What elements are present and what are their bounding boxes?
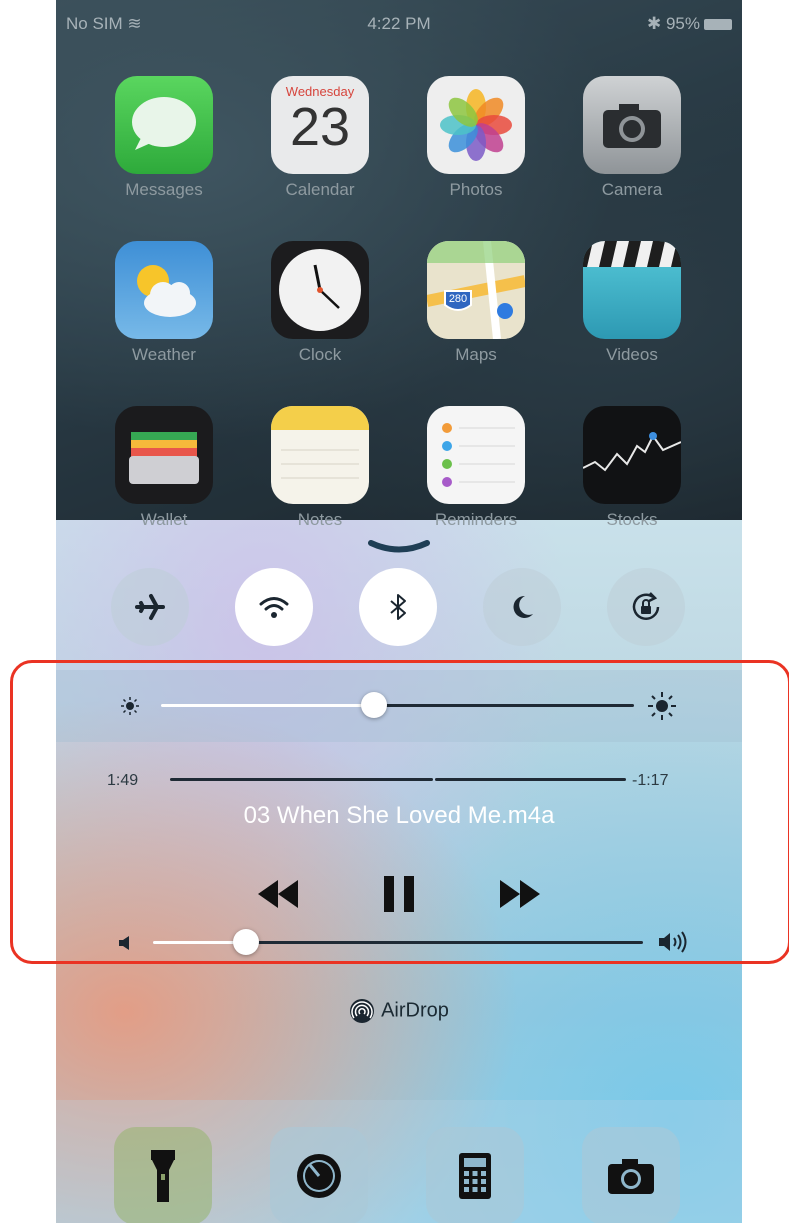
app-camera[interactable]: Camera bbox=[582, 76, 682, 200]
volume-slider-knob[interactable] bbox=[233, 929, 260, 955]
scrubber-remaining bbox=[435, 778, 626, 781]
volume-low-icon bbox=[119, 936, 129, 950]
calendar-date: 23 bbox=[289, 97, 351, 157]
do-not-disturb-toggle[interactable] bbox=[483, 568, 561, 646]
timer-icon bbox=[297, 1154, 341, 1198]
app-videos[interactable]: Videos bbox=[582, 241, 682, 365]
maps-icon: 280 bbox=[427, 241, 525, 339]
brightness-high-icon bbox=[648, 692, 676, 720]
control-center: 1:49 -1:17 03 When She Loved Me.m4a AirD… bbox=[56, 520, 742, 1223]
reminders-icon bbox=[427, 406, 525, 504]
weather-icon bbox=[115, 241, 213, 339]
phone-screen: No SIM ≋ 4:22 PM ✱ 95% Messages Wednesda… bbox=[56, 0, 742, 1223]
battery-text: 95% bbox=[665, 14, 700, 33]
app-label: Clock bbox=[298, 345, 342, 364]
fast-forward-button[interactable] bbox=[498, 878, 542, 910]
home-screen: No SIM ≋ 4:22 PM ✱ 95% Messages Wednesda… bbox=[56, 0, 742, 529]
dismiss-chevron-icon[interactable] bbox=[368, 540, 430, 554]
photos-icon bbox=[427, 76, 525, 174]
rotation-lock-icon bbox=[632, 592, 660, 620]
app-label: Wallet bbox=[140, 510, 188, 529]
volume-high-icon bbox=[659, 931, 687, 953]
song-title: 03 When She Loved Me.m4a bbox=[243, 802, 555, 829]
app-label: Messages bbox=[125, 180, 203, 199]
camera-icon bbox=[608, 1159, 654, 1194]
battery-icon bbox=[704, 19, 732, 31]
app-messages[interactable]: Messages bbox=[114, 76, 214, 200]
app-stocks[interactable]: Stocks bbox=[582, 406, 682, 530]
brightness-slider-knob[interactable] bbox=[360, 692, 387, 718]
app-label: Videos bbox=[606, 345, 658, 364]
clock-text: 4:22 PM bbox=[367, 14, 431, 33]
brightness-slider-fill bbox=[161, 704, 374, 707]
bluetooth-status-icon: ✱ bbox=[646, 14, 662, 33]
app-label: Photos bbox=[449, 180, 503, 199]
map-road-sign: 280 bbox=[449, 293, 467, 305]
airplane-icon bbox=[135, 594, 165, 620]
calculator-button[interactable] bbox=[426, 1127, 524, 1223]
airdrop-label: AirDrop bbox=[381, 999, 449, 1022]
app-label: Calendar bbox=[285, 180, 355, 199]
app-photos[interactable]: Photos bbox=[426, 76, 526, 200]
moon-icon bbox=[513, 595, 533, 618]
calculator-icon bbox=[459, 1153, 491, 1199]
stocks-icon bbox=[583, 406, 681, 504]
wallet-icon bbox=[115, 406, 213, 504]
timer-button[interactable] bbox=[270, 1127, 368, 1223]
camera-button[interactable] bbox=[582, 1127, 680, 1223]
app-calendar[interactable]: Wednesday 23 Calendar bbox=[270, 76, 370, 200]
messages-icon bbox=[115, 76, 213, 174]
app-label: Reminders bbox=[434, 510, 518, 529]
app-clock[interactable]: Clock bbox=[270, 241, 370, 365]
app-label: Weather bbox=[132, 345, 196, 364]
app-weather[interactable]: Weather bbox=[114, 241, 214, 365]
app-wallet[interactable]: Wallet bbox=[114, 406, 214, 530]
pause-button[interactable] bbox=[382, 876, 416, 912]
notes-icon bbox=[271, 406, 369, 504]
wifi-icon bbox=[259, 597, 289, 618]
calendar-icon: Wednesday 23 bbox=[271, 76, 369, 174]
rotation-lock-toggle[interactable] bbox=[607, 568, 685, 646]
elapsed-time: 1:49 bbox=[107, 772, 139, 789]
remaining-time: -1:17 bbox=[632, 772, 669, 789]
airdrop-button[interactable]: AirDrop bbox=[56, 998, 742, 1024]
app-maps[interactable]: 280 Maps bbox=[426, 241, 526, 365]
rewind-button[interactable] bbox=[256, 878, 300, 910]
bluetooth-icon bbox=[390, 594, 406, 620]
bluetooth-toggle[interactable] bbox=[359, 568, 437, 646]
airdrop-icon bbox=[350, 999, 375, 1023]
app-reminders[interactable]: Reminders bbox=[426, 406, 526, 530]
app-notes[interactable]: Notes bbox=[270, 406, 370, 530]
app-label: Stocks bbox=[606, 510, 658, 529]
scrubber-played bbox=[170, 778, 434, 781]
flashlight-button[interactable] bbox=[114, 1127, 212, 1223]
camera-icon bbox=[583, 76, 681, 174]
status-bar: No SIM ≋ 4:22 PM ✱ 95% bbox=[66, 14, 732, 40]
clock-icon bbox=[271, 241, 369, 339]
app-label: Notes bbox=[297, 510, 343, 529]
airplane-mode-toggle[interactable] bbox=[111, 568, 189, 646]
app-label: Camera bbox=[601, 180, 663, 199]
volume-slider-track bbox=[246, 941, 643, 944]
battery-status: ✱ 95% bbox=[647, 14, 732, 34]
flashlight-icon bbox=[151, 1150, 175, 1202]
videos-icon bbox=[583, 241, 681, 339]
wifi-toggle[interactable] bbox=[235, 568, 313, 646]
app-label: Maps bbox=[455, 345, 497, 364]
brightness-slider-track bbox=[373, 704, 634, 707]
brightness-low-icon bbox=[121, 697, 139, 715]
